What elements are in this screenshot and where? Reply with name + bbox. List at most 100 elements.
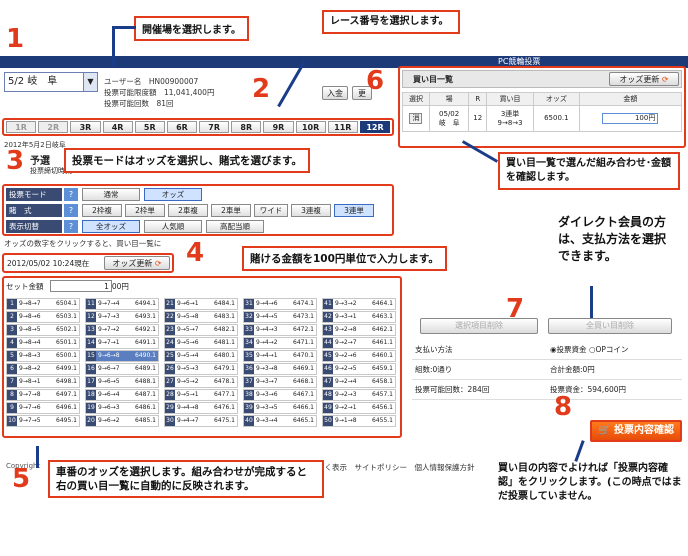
odds-cell[interactable]: 50 9→1→8 6455.1: [322, 415, 396, 427]
odds-cell[interactable]: 8 9→7→8 6497.1: [6, 389, 80, 401]
odds-cell[interactable]: 20 9→6→2 6485.1: [85, 415, 159, 427]
bet-type-option[interactable]: 2車単: [211, 204, 251, 217]
odds-cell[interactable]: 15 9→6→8 6490.1: [85, 350, 159, 362]
odds-cell[interactable]: 39 9→3→5 6466.1: [243, 402, 317, 414]
odds-cell[interactable]: 45 9→2→6 6460.1: [322, 350, 396, 362]
odds-cell[interactable]: 7 9→8→1 6498.1: [6, 376, 80, 388]
odds-cell[interactable]: 34 9→4→2 6471.1: [243, 337, 317, 349]
odds-cell[interactable]: 9 9→7→6 6496.1: [6, 402, 80, 414]
race-tab[interactable]: 2R: [38, 121, 69, 133]
bet-type-option-selected[interactable]: 3連単: [334, 204, 374, 217]
odds-cell[interactable]: 19 9→6→3 6486.1: [85, 402, 159, 414]
odds-cell[interactable]: 23 9→5→7 6482.1: [164, 324, 238, 336]
odds-cell[interactable]: 10 9→7→5 6495.1: [6, 415, 80, 427]
venue-select[interactable]: 5/2 岐 阜 ▼: [4, 72, 98, 92]
odds-cell[interactable]: 40 9→3→4 6465.1: [243, 415, 317, 427]
delete-button[interactable]: 消: [409, 113, 423, 124]
race-tab[interactable]: 8R: [231, 121, 262, 133]
cell: 100円: [578, 105, 683, 132]
chevron-down-icon[interactable]: ▼: [83, 73, 97, 91]
odds-cell[interactable]: 4 9→8→4 6501.1: [6, 337, 80, 349]
odds-cell[interactable]: 18 9→6→4 6487.1: [85, 389, 159, 401]
odds-cell[interactable]: 22 9→5→8 6483.1: [164, 311, 238, 323]
bet-type-option[interactable]: 2枠単: [125, 204, 165, 217]
race-tab[interactable]: 3R: [70, 121, 101, 133]
odds-cell[interactable]: 1 9→8→7 6504.1: [6, 298, 80, 310]
odds-cell[interactable]: 31 9→4→6 6474.1: [243, 298, 317, 310]
race-tab[interactable]: 10R: [295, 121, 326, 133]
odds-cell[interactable]: 26 9→5→3 6479.1: [164, 363, 238, 375]
bet-type-option[interactable]: 3連複: [291, 204, 331, 217]
odds-cell[interactable]: 21 9→6→1 6484.1: [164, 298, 238, 310]
odds-cell[interactable]: 16 9→6→7 6489.1: [85, 363, 159, 375]
race-tab[interactable]: 1R: [6, 121, 37, 133]
odds-cell[interactable]: 48 9→2→3 6457.1: [322, 389, 396, 401]
help-icon[interactable]: ?: [64, 188, 78, 201]
help-icon[interactable]: ?: [64, 204, 78, 217]
odds-cell[interactable]: 49 9→2→1 6456.1: [322, 402, 396, 414]
odds-combination: 9→3→7: [256, 378, 278, 385]
odds-cell[interactable]: 43 9→2→8 6462.1: [322, 324, 396, 336]
mode-normal[interactable]: 通常: [82, 188, 140, 201]
cart-amount-input[interactable]: 100円: [602, 113, 659, 124]
odds-cell[interactable]: 17 9→6→5 6488.1: [85, 376, 159, 388]
odds-cell[interactable]: 29 9→4→8 6476.1: [164, 402, 238, 414]
odds-cell[interactable]: 42 9→3→1 6463.1: [322, 311, 396, 323]
odds-cell[interactable]: 35 9→4→1 6470.1: [243, 350, 317, 362]
race-tab[interactable]: 11R: [327, 121, 358, 133]
odds-cell[interactable]: 2 9→8→6 6503.1: [6, 311, 80, 323]
bet-type-option[interactable]: ワイド: [254, 204, 288, 217]
odds-cell[interactable]: 6 9→8→2 6499.1: [6, 363, 80, 375]
odds-value: 6491.1: [135, 339, 156, 346]
race-tab[interactable]: 4R: [102, 121, 133, 133]
clear-all-button[interactable]: 全買い目削除: [548, 318, 672, 334]
odds-cell[interactable]: 24 9→5→6 6481.1: [164, 337, 238, 349]
deposit-button[interactable]: 入金: [322, 86, 348, 100]
odds-cell[interactable]: 47 9→2→4 6458.1: [322, 376, 396, 388]
race-tab[interactable]: 12R: [359, 121, 391, 133]
odds-cell[interactable]: 13 9→7→2 6492.1: [85, 324, 159, 336]
race-tab[interactable]: 6R: [166, 121, 198, 133]
odds-cell[interactable]: 36 9→3→8 6469.1: [243, 363, 317, 375]
odds-update-button[interactable]: オッズ更新 ⟳: [104, 256, 170, 270]
race-tab[interactable]: 5R: [134, 121, 165, 133]
odds-cell[interactable]: 46 9→2→5 6459.1: [322, 363, 396, 375]
race-tab[interactable]: 7R: [199, 121, 230, 133]
odds-cell[interactable]: 5 9→8→3 6500.1: [6, 350, 80, 362]
help-icon[interactable]: ?: [64, 220, 78, 233]
odds-cell[interactable]: 25 9→5→4 6480.1: [164, 350, 238, 362]
bet-type-option[interactable]: 2枠複: [82, 204, 122, 217]
odds-cell[interactable]: 3 9→8→5 6502.1: [6, 324, 80, 336]
odds-cell[interactable]: 33 9→4→3 6472.1: [243, 324, 317, 336]
callout-8: 買い目の内容でよければ「投票内容確認」をクリックします。(この時点ではまだ投票し…: [498, 462, 682, 504]
display-popular[interactable]: 人気順: [144, 220, 202, 233]
mode-odds[interactable]: オッズ: [144, 188, 202, 201]
odds-combination: 9→5→8: [177, 313, 199, 320]
cart-odds-update-button[interactable]: オッズ更新 ⟳: [609, 72, 679, 86]
odds-value: 6475.1: [214, 417, 235, 424]
odds-combination: 9→8→7: [19, 300, 41, 307]
footer-links[interactable]: に基づく表示 サイトポリシー 個人情報保護方針: [302, 462, 475, 473]
odds-cell[interactable]: 27 9→5→2 6478.1: [164, 376, 238, 388]
callout-7: ダイレクト会員の方は、支払方法を選択できます。: [558, 215, 667, 263]
race-tab[interactable]: 9R: [263, 121, 294, 133]
odds-cell[interactable]: 14 9→7→1 6491.1: [85, 337, 159, 349]
odds-cell[interactable]: 44 9→2→7 6461.1: [322, 337, 396, 349]
odds-time-panel: 2012/05/02 10:24現在 オッズ更新 ⟳: [2, 253, 174, 273]
odds-index: 39: [244, 403, 254, 413]
odds-cell[interactable]: 32 9→4→5 6473.1: [243, 311, 317, 323]
display-high-payout[interactable]: 高配当順: [206, 220, 264, 233]
odds-cell[interactable]: 11 9→7→4 6494.1: [85, 298, 159, 310]
odds-cell[interactable]: 37 9→3→7 6468.1: [243, 376, 317, 388]
odds-value: 6496.1: [56, 404, 77, 411]
bet-type-option[interactable]: 2車複: [168, 204, 208, 217]
set-amount-input[interactable]: 1: [49, 280, 112, 292]
odds-cell[interactable]: 12 9→7→3 6493.1: [85, 311, 159, 323]
odds-cell[interactable]: 30 9→4→7 6475.1: [164, 415, 238, 427]
confirm-bet-button[interactable]: 🛒 投票内容確認: [590, 420, 682, 442]
odds-cell[interactable]: 28 9→5→1 6477.1: [164, 389, 238, 401]
odds-cell[interactable]: 38 9→3→6 6467.1: [243, 389, 317, 401]
display-all-odds[interactable]: 全オッズ: [82, 220, 140, 233]
odds-combination: 9→4→6: [256, 300, 278, 307]
odds-cell[interactable]: 41 9→3→2 6464.1: [322, 298, 396, 310]
